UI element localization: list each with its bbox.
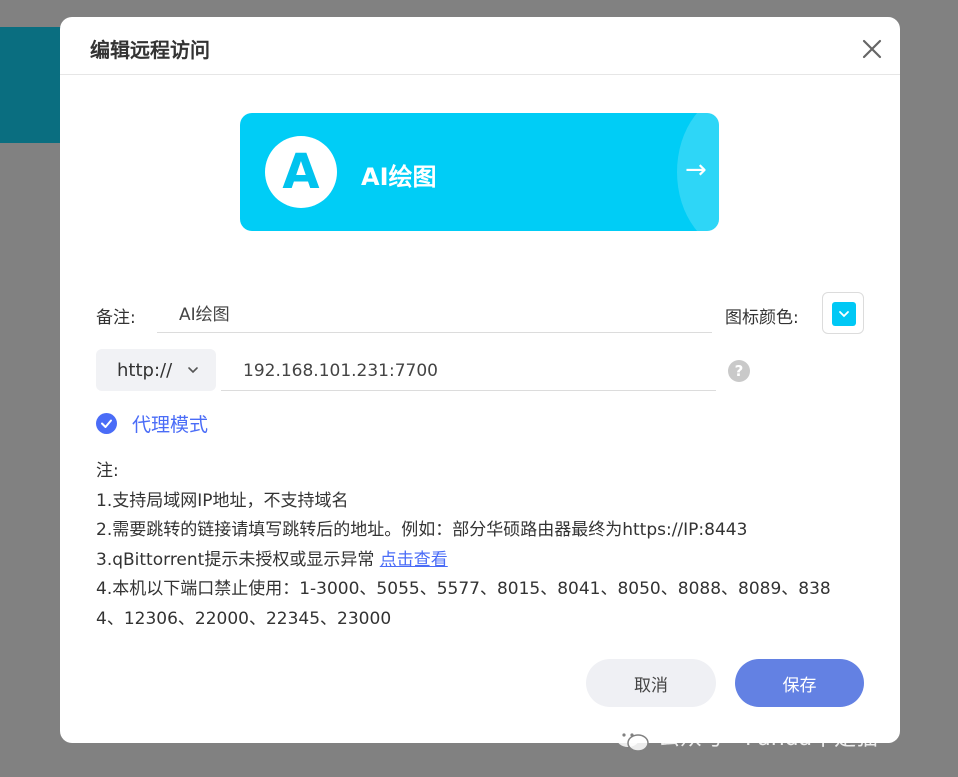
icon-color-label: 图标颜色:	[725, 308, 799, 328]
note-line-3-text: 3.qBittorrent提示未授权或显示异常	[96, 549, 380, 570]
note-line-3: 3.qBittorrent提示未授权或显示异常 点击查看	[96, 546, 856, 576]
chevron-down-icon	[839, 311, 849, 318]
edit-remote-access-dialog: 编辑远程访问 A AI绘图 → 备注: 图标颜色: http:// ?	[60, 17, 900, 743]
proxy-mode-label[interactable]: 代理模式	[132, 410, 208, 437]
proxy-mode-checkbox[interactable]	[96, 413, 117, 434]
app-preview-card: A AI绘图 →	[240, 113, 719, 231]
dialog-header: 编辑远程访问	[60, 17, 900, 75]
chevron-down-icon	[188, 367, 198, 374]
app-preview-title: AI绘图	[361, 163, 437, 191]
close-icon[interactable]	[860, 37, 884, 61]
app-avatar-icon: A	[265, 136, 337, 208]
icon-color-picker[interactable]	[822, 292, 864, 334]
color-swatch	[832, 302, 856, 326]
dialog-title: 编辑远程访问	[90, 38, 210, 62]
notes-section: 注: 1.支持局域网IP地址，不支持域名 2.需要跳转的链接请填写跳转后的地址。…	[96, 457, 856, 634]
notes-heading: 注:	[96, 461, 119, 481]
address-input[interactable]	[221, 351, 716, 391]
protocol-select[interactable]: http://	[96, 349, 216, 391]
view-details-link[interactable]: 点击查看	[380, 550, 448, 570]
close-button[interactable]	[860, 37, 884, 61]
note-line-2: 2.需要跳转的链接请填写跳转后的地址。例如：部分华硕路由器最终为https://…	[96, 520, 748, 540]
note-label: 备注:	[96, 308, 136, 328]
watermark-text: 公众号 · Panda不是猫	[658, 726, 879, 751]
note-line-4-cont: 4、12306、22000、22345、23000	[96, 608, 392, 629]
save-button[interactable]: 保存	[735, 659, 864, 707]
check-icon	[101, 419, 112, 428]
note-line-1: 1.支持局域网IP地址，不支持域名	[96, 490, 349, 511]
note-input[interactable]	[157, 293, 712, 333]
protocol-value: http://	[117, 360, 173, 381]
note-line-4: 4.本机以下端口禁止使用：1-3000、5055、5577、8015、8041、…	[96, 579, 831, 599]
help-icon[interactable]: ?	[728, 360, 750, 382]
arrow-right-icon: →	[685, 155, 707, 185]
cancel-button[interactable]: 取消	[586, 659, 716, 707]
wechat-icon	[616, 727, 649, 752]
